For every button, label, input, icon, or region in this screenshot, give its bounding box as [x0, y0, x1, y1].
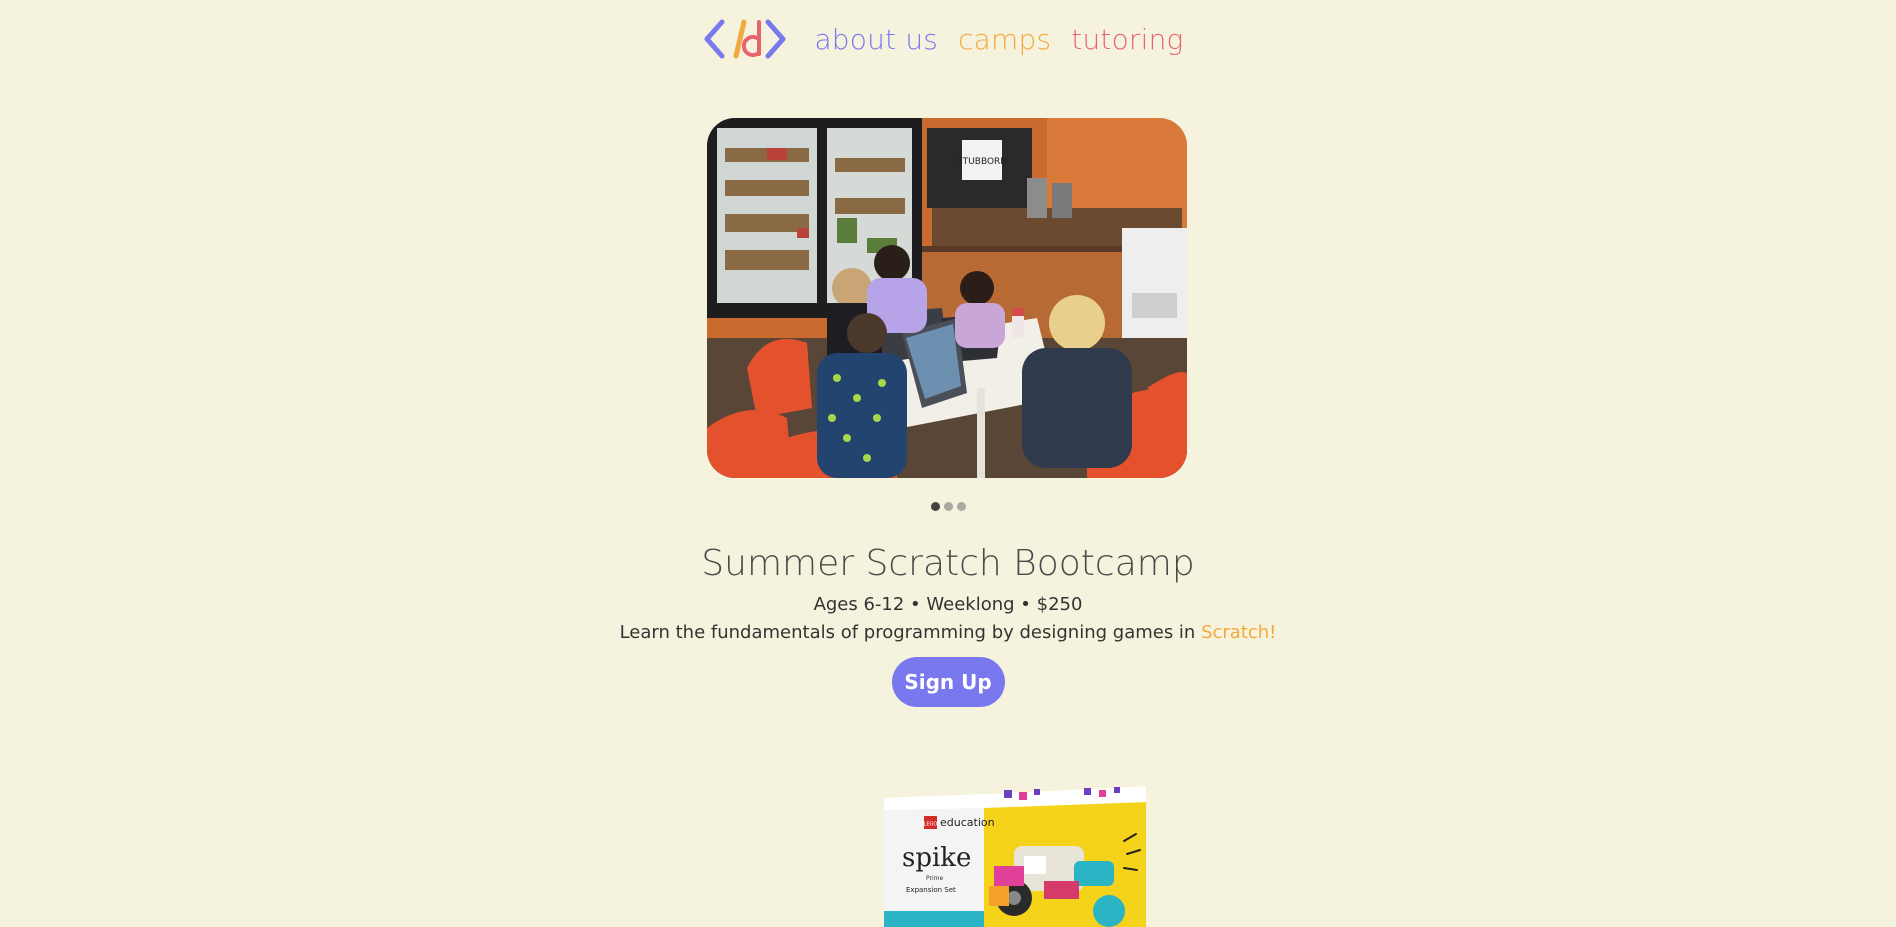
- brand-text: education: [940, 816, 995, 829]
- lego-spike-prime-expansion-box: LEGO education spike Prime Expansion Set: [884, 786, 1146, 927]
- camp-description: Learn the fundamentals of programming by…: [0, 618, 1896, 648]
- carousel-dot-3[interactable]: [956, 502, 966, 511]
- code-brackets-d-logo[interactable]: [702, 16, 788, 62]
- camp-description-text: Learn the fundamentals of programming by…: [619, 622, 1202, 643]
- svg-text:STUBBORN: STUBBORN: [957, 157, 1007, 167]
- carousel-dot-2[interactable]: [943, 502, 953, 511]
- product-text: spike: [902, 843, 971, 873]
- camp-card: Summer Scratch Bootcamp Ages 6-12 • Week…: [0, 538, 1896, 707]
- sign-up-button[interactable]: Sign Up: [891, 657, 1005, 707]
- nav-camps[interactable]: camps: [958, 23, 1051, 56]
- camp-meta: Ages 6-12 • Weeklong • $250: [813, 594, 1083, 615]
- top-nav: about us camps tutoring: [0, 14, 1896, 64]
- svg-text:LEGO: LEGO: [924, 822, 938, 828]
- carousel-dot-1[interactable]: [930, 502, 940, 511]
- nav-tutoring[interactable]: tutoring: [1071, 23, 1183, 56]
- carousel-dots: [0, 502, 1896, 511]
- product-subtext: Prime: [926, 875, 943, 882]
- camp-title: Summer Scratch Bootcamp: [701, 543, 1195, 584]
- nav-about-us[interactable]: about us: [814, 23, 938, 56]
- scratch-highlight[interactable]: Scratch!: [1201, 622, 1276, 643]
- kids-coding-cafe-photo: STUBBORN: [707, 118, 1187, 478]
- product-caption: Expansion Set: [906, 886, 956, 894]
